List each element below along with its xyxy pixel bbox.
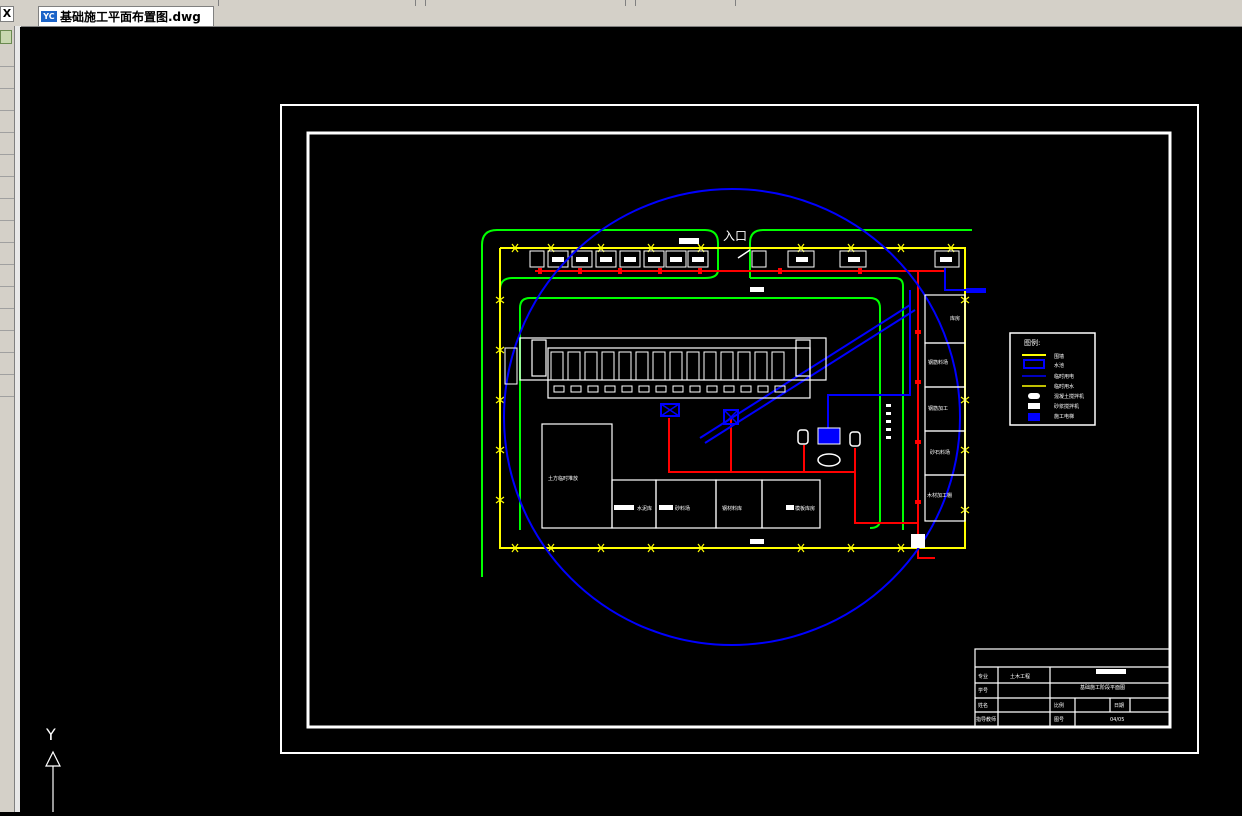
tb-major-label: 专业 [978, 673, 988, 680]
left-toolbar [0, 26, 14, 812]
power-lines [535, 270, 945, 559]
legend-item-concrete-mixer: 混凝土搅拌机 [1054, 393, 1084, 400]
label-sand: 砂石料场 [930, 449, 950, 456]
label-steel-shop: 钢筋加工 [928, 405, 948, 412]
label-cement: 水泥库 [637, 505, 652, 512]
cad-file-icon: YC [41, 11, 57, 22]
site-roads [481, 229, 972, 577]
tb-name-label: 姓名 [978, 702, 988, 709]
legend-item-mortar-mixer: 砂浆搅拌机 [1054, 403, 1079, 410]
gate-marker-top [750, 287, 764, 292]
label-formwork: 模板库房 [795, 505, 815, 512]
legend-item-pool: 水池 [1054, 362, 1064, 369]
tb-drawing-title: 基础施工阶段平面图 [1080, 684, 1125, 691]
ucs-icon [45, 750, 61, 812]
tb-student-id-label: 学号 [978, 687, 988, 694]
legend-item-water: 临时用水 [1054, 383, 1074, 390]
tb-date-label: 日期 [1114, 703, 1124, 709]
title-block-logo [1096, 669, 1126, 674]
tab-label: 基础施工平面布置图.dwg [60, 10, 201, 24]
sheet-outer-frame [280, 104, 1199, 754]
label-carpentry: 木材加工棚 [927, 492, 952, 499]
column-bays [550, 351, 786, 393]
tb-sheet-label: 图号 [1054, 717, 1064, 723]
label-steel-yard: 钢筋料场 [928, 359, 948, 366]
legend-item-power: 临时用电 [1054, 373, 1074, 380]
sand-block [659, 505, 673, 510]
tb-advisor-label: 指导教师 [976, 716, 996, 723]
water-tank-icon [817, 427, 841, 445]
label-site-office: 库房 [950, 315, 960, 322]
legend-item-fence: 围墙 [1054, 353, 1064, 360]
concrete-mixer-icon [797, 429, 809, 445]
legend-box [1009, 332, 1096, 426]
legend-item-elevator: 施工电梯 [1054, 413, 1074, 420]
legend-title: 图例: [1024, 338, 1040, 347]
entrance-label: 入口 [723, 229, 747, 243]
hoist-cross [660, 403, 680, 417]
pile-markers [886, 404, 891, 439]
gate-guard [679, 238, 699, 244]
mortar-mixer-icon [849, 431, 861, 447]
close-icon[interactable]: X [0, 6, 14, 22]
tab-drawing-file[interactable]: YC 基础施工平面布置图.dwg [38, 6, 214, 26]
tool-icon[interactable] [0, 30, 12, 44]
formwork-block [786, 505, 794, 510]
water-lines [699, 268, 985, 444]
label-earthwork: 土方临时堆放 [548, 475, 578, 482]
entrance-gate [737, 249, 751, 259]
gate-marker-bottom [750, 539, 764, 544]
document-tab-bar: X YC 基础施工平面布置图.dwg [0, 0, 1242, 27]
label-sand-stone: 砂料场 [675, 505, 690, 512]
title-block [974, 648, 1171, 728]
label-rebar-store: 钢材料库 [722, 505, 742, 512]
ucs-axis-y: Y [45, 725, 56, 744]
mixer-block [614, 505, 634, 510]
tb-major-value: 土木工程 [1010, 673, 1030, 680]
tb-scale-label: 比例 [1054, 702, 1064, 709]
tb-sheet-value: 04/05 [1110, 717, 1124, 723]
water-outlet [966, 288, 986, 293]
legend-symbols [1022, 354, 1046, 421]
distribution-box [911, 534, 925, 548]
storage-yards [541, 423, 821, 529]
drawing-canvas[interactable]: 入口 土方临时堆放 水泥库 砂料场 钢材料库 模板库房 库房 钢筋料场 钢筋加工… [20, 27, 1242, 812]
mixer-pad-icon [817, 453, 841, 467]
sheet-inner-frame [306, 131, 1172, 729]
